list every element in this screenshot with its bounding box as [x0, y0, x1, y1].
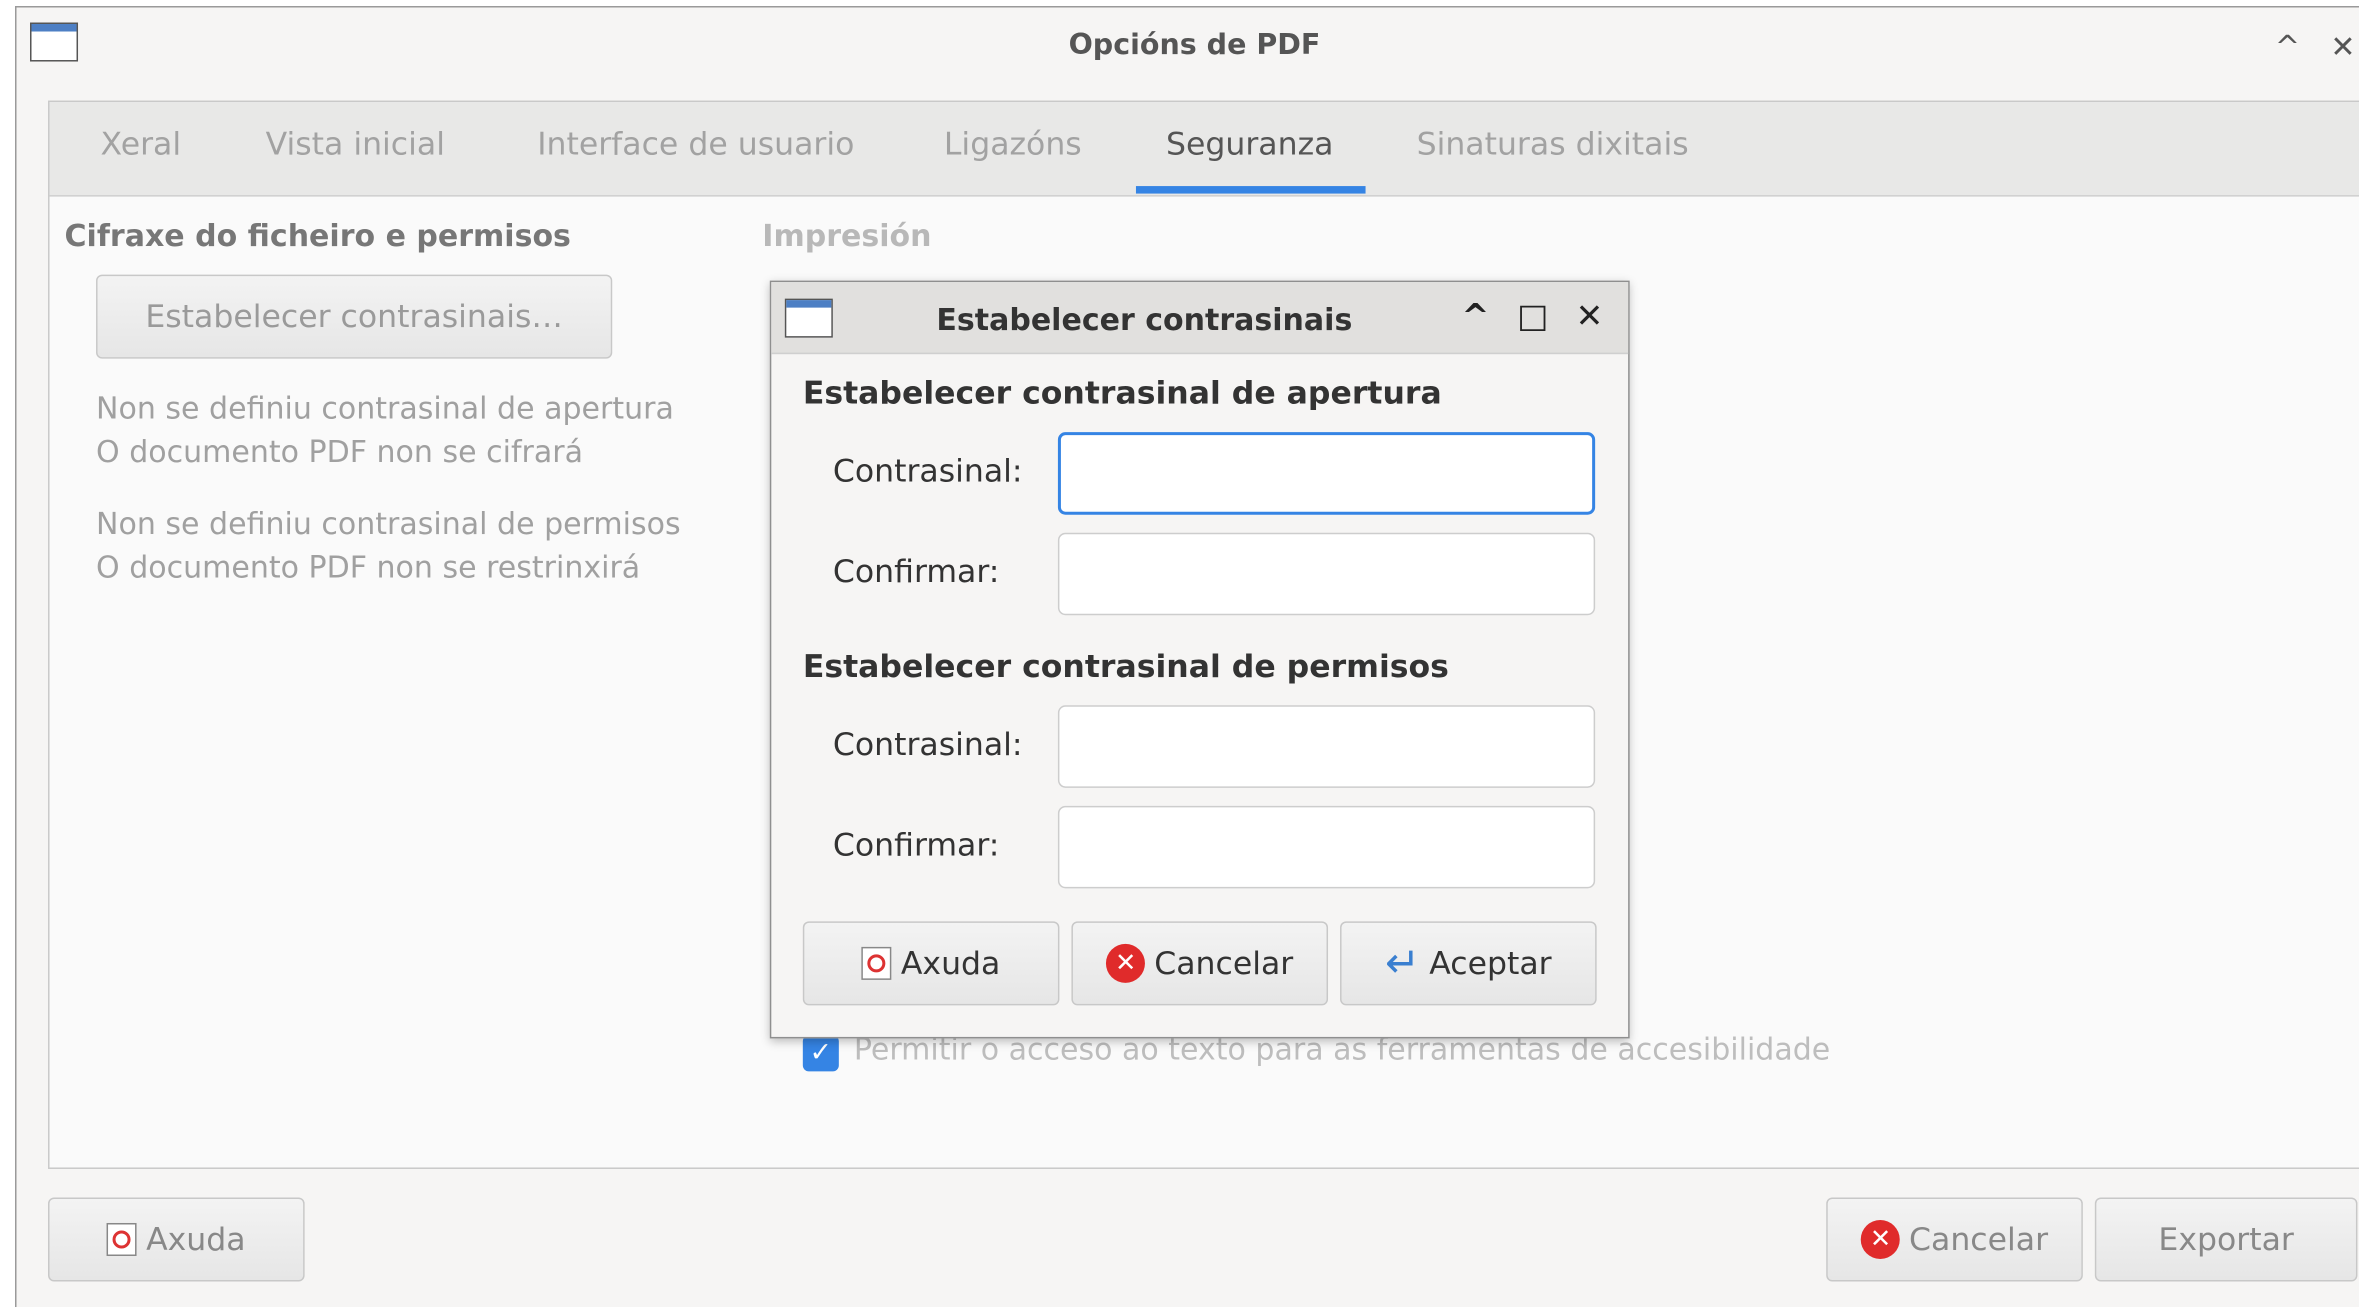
set-passwords-button-label: Estabelecer contrasinais… — [145, 298, 563, 335]
dialog-help-label: Axuda — [900, 945, 1001, 982]
open-password-input[interactable] — [1057, 432, 1596, 515]
export-button[interactable]: Exportar — [2094, 1197, 2358, 1282]
export-button-label: Exportar — [2158, 1221, 2294, 1258]
permission-password-input[interactable] — [1057, 705, 1596, 788]
dialog-help-button[interactable]: Axuda — [802, 921, 1060, 1006]
active-tab-indicator — [1135, 186, 1366, 194]
set-passwords-dialog: Estabelecer contrasinais ^ □ ✕ Estabelec… — [769, 280, 1630, 1039]
cancel-button[interactable]: ✕ Cancelar — [1826, 1197, 2083, 1282]
help-button-label: Axuda — [146, 1221, 246, 1258]
dialog-cancel-icon: ✕ — [1106, 943, 1146, 983]
collapse-window-button[interactable]: ^ — [2275, 29, 2300, 65]
printing-heading: Impresión — [762, 217, 932, 254]
tab-initial-view[interactable]: Vista inicial — [266, 126, 445, 162]
tab-user-interface[interactable]: Interface de usuario — [537, 126, 854, 162]
encryption-heading: Cifraxe do ficheiro e permisos — [64, 217, 571, 254]
dialog-cancel-button[interactable]: ✕ Cancelar — [1071, 921, 1329, 1006]
permission-password-status: Non se definiu contrasinal de permisos — [96, 505, 681, 542]
tab-general[interactable]: Xeral — [101, 126, 182, 162]
open-password-info: Non se definiu contrasinal de apertura O… — [96, 387, 674, 474]
help-icon — [107, 1222, 138, 1257]
cancel-icon: ✕ — [1861, 1219, 1901, 1260]
dialog-maximize-button[interactable]: □ — [1517, 299, 1548, 337]
dialog-cancel-label: Cancelar — [1154, 945, 1294, 982]
return-arrow-icon: ↵ — [1385, 937, 1421, 988]
encryption-status: O documento PDF non se cifrará — [96, 433, 584, 470]
open-password-heading: Estabelecer contrasinal de apertura — [802, 375, 1442, 412]
dialog-help-icon — [861, 946, 892, 980]
tab-digital-signatures[interactable]: Sinaturas dixitais — [1417, 126, 1689, 162]
cancel-button-label: Cancelar — [1909, 1221, 2049, 1258]
dialog-minimize-button[interactable]: ^ — [1462, 299, 1490, 337]
dialog-title-bar: Estabelecer contrasinais ^ □ ✕ — [771, 282, 1629, 355]
tab-security[interactable]: Seguranza — [1166, 126, 1333, 162]
permission-confirm-input[interactable] — [1057, 805, 1596, 889]
restriction-status: O documento PDF non se restrinxirá — [96, 549, 641, 586]
dialog-window-icon — [784, 298, 833, 338]
tab-bar: Xeral Vista inicial Interface de usuario… — [49, 102, 2359, 197]
open-password-status: Non se definiu contrasinal de apertura — [96, 390, 674, 427]
help-button[interactable]: Axuda — [48, 1197, 305, 1282]
set-passwords-button[interactable]: Estabelecer contrasinais… — [96, 274, 613, 359]
permission-password-heading: Estabelecer contrasinal de permisos — [802, 648, 1449, 685]
accessibility-checkbox[interactable]: ✓ — [802, 1035, 839, 1072]
dialog-accept-button[interactable]: ↵ Aceptar — [1340, 921, 1597, 1006]
close-window-button[interactable]: ✕ — [2330, 29, 2355, 65]
open-confirm-label: Confirmar: — [832, 553, 1000, 590]
title-bar: Opcións de PDF ^ ✕ — [17, 8, 2359, 86]
dialog-accept-label: Aceptar — [1429, 945, 1552, 982]
dialog-title: Estabelecer contrasinais — [936, 301, 1353, 338]
permission-confirm-label: Confirmar: — [832, 826, 1000, 863]
window-title: Opcións de PDF — [1068, 28, 1321, 62]
open-password-label: Contrasinal: — [832, 453, 1023, 490]
tab-links[interactable]: Ligazóns — [944, 126, 1082, 162]
permission-password-info: Non se definiu contrasinal de permisos O… — [96, 503, 681, 590]
permission-password-label: Contrasinal: — [832, 726, 1023, 763]
dialog-close-button[interactable]: ✕ — [1576, 299, 1604, 337]
open-confirm-input[interactable] — [1057, 532, 1596, 616]
